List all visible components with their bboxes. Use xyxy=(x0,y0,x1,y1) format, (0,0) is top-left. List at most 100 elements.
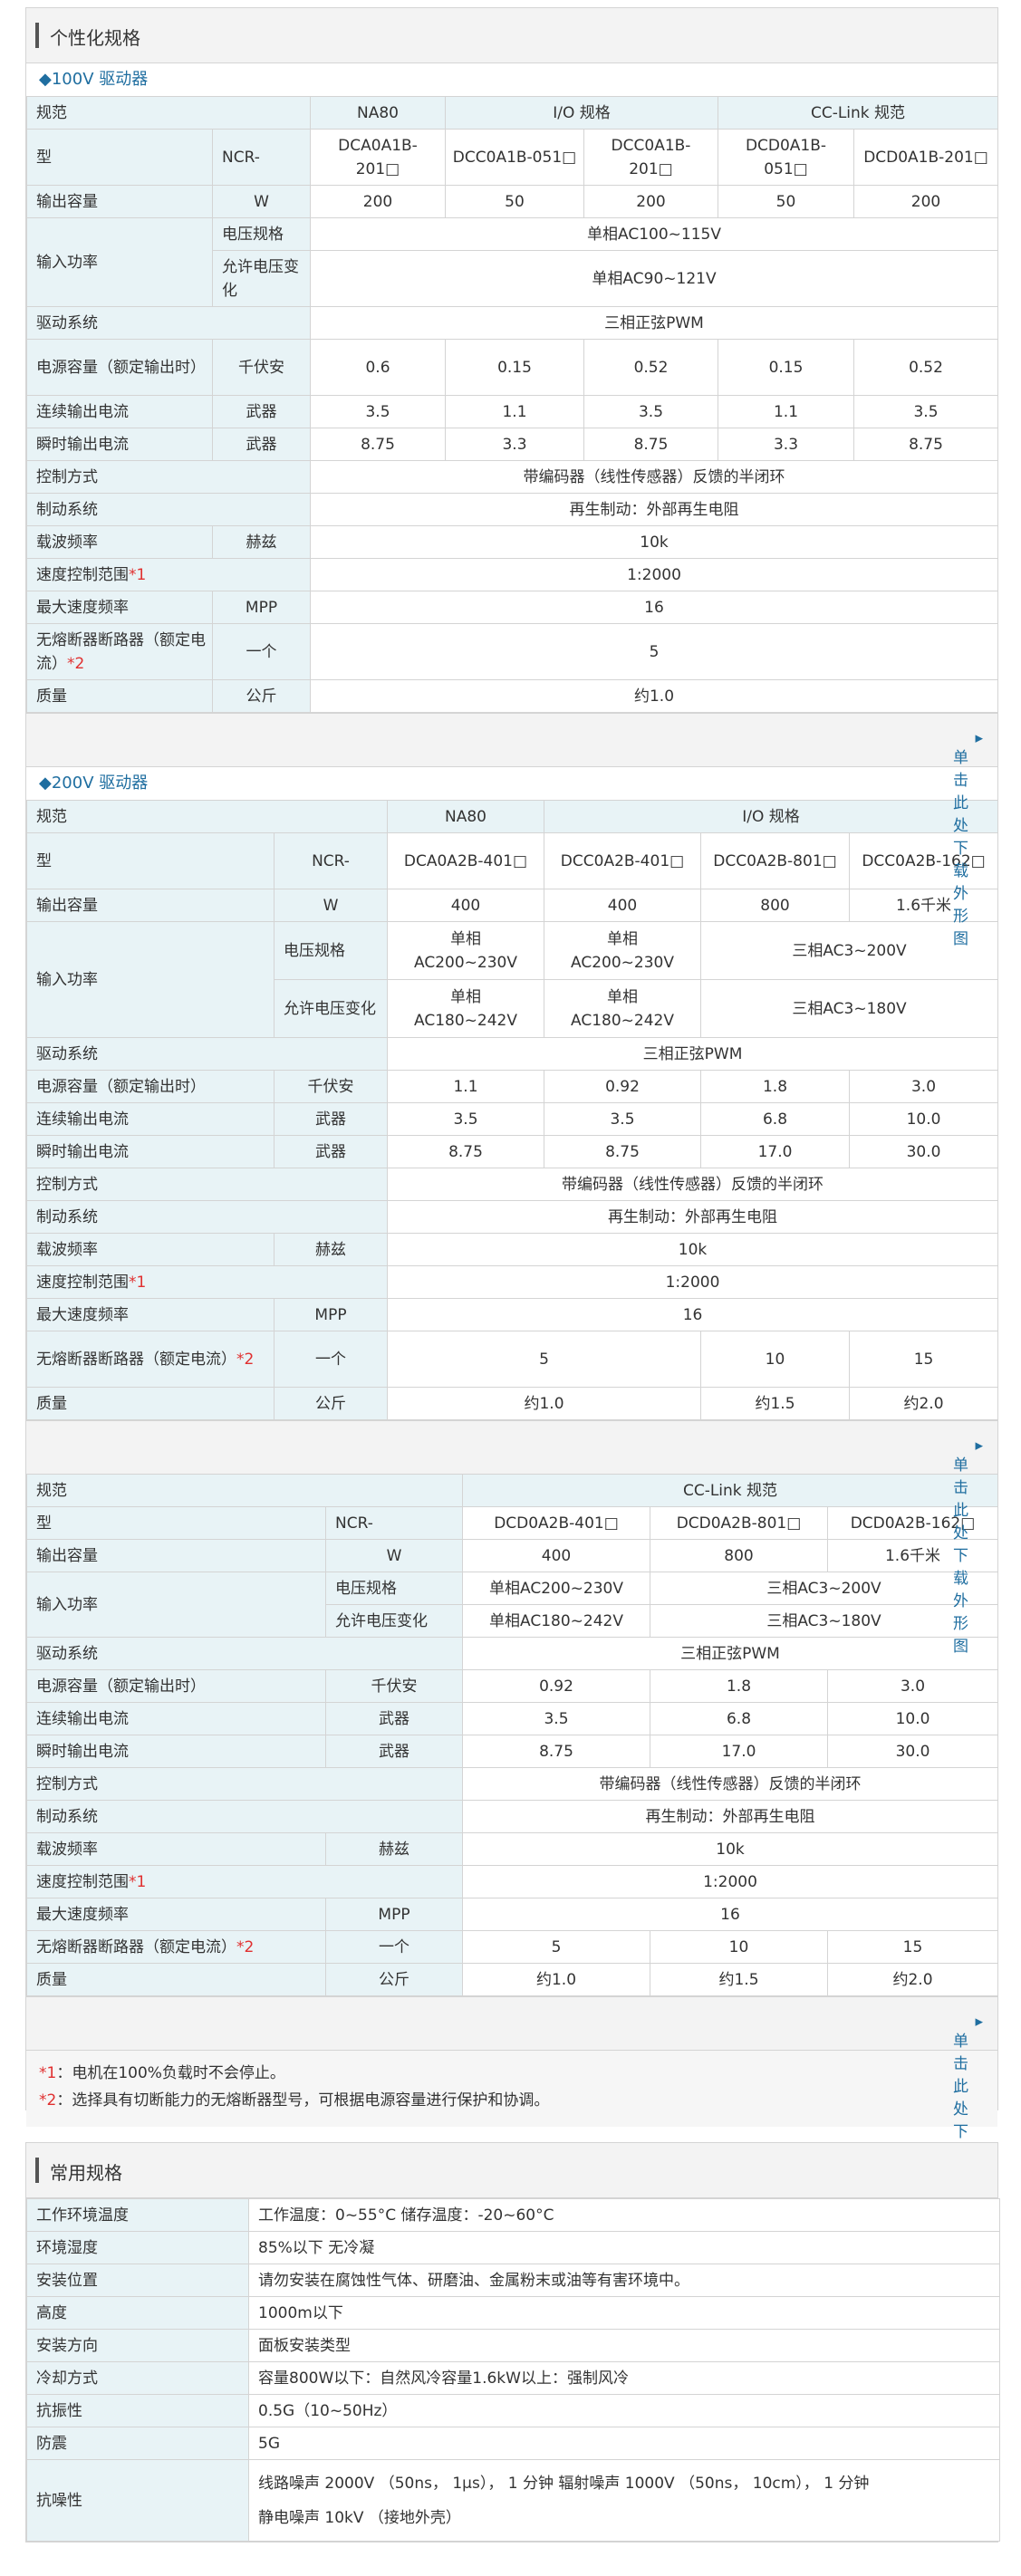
value-cell: 10 xyxy=(700,1331,850,1388)
model-cell: DCC0A2B-801□ xyxy=(700,832,850,889)
unit-label: 千伏安 xyxy=(325,1669,463,1703)
row-label: 输出容量 xyxy=(26,889,275,922)
section-header: 个性化规格 xyxy=(26,8,997,63)
value-cell: 0.52 xyxy=(853,339,998,396)
value-cell: 三相正弦PWM xyxy=(310,306,998,340)
value-cell: 3.3 xyxy=(718,428,854,461)
value-cell: 1000m以下 xyxy=(248,2296,1000,2330)
unit-label: NCR- xyxy=(325,1506,463,1540)
value-cell: 3.5 xyxy=(853,395,998,428)
col-header: I/O 规格 xyxy=(445,96,718,130)
value-cell: 5 xyxy=(387,1331,701,1388)
model-cell: DCD0A2B-162□ xyxy=(827,1506,998,1540)
value-cell: 8.75 xyxy=(462,1735,650,1768)
unit-label: 武器 xyxy=(274,1102,388,1136)
footnote-mark: *1 xyxy=(129,1273,147,1292)
subheading-200v: ◆200V 驱动器 xyxy=(39,774,149,793)
unit-label: MPP xyxy=(212,591,311,624)
footnote-mark: *1 xyxy=(129,565,147,584)
unit-label: W xyxy=(274,889,388,922)
value-cell: 3.5 xyxy=(583,395,718,428)
row-label: 防震 xyxy=(26,2427,249,2460)
value-cell: 0.6 xyxy=(310,339,446,396)
unit-label: 允许电压变化 xyxy=(212,250,311,307)
row-label: 冷却方式 xyxy=(26,2361,249,2395)
unit-label: 赫兹 xyxy=(212,525,311,559)
row-label: 型 xyxy=(26,129,213,186)
value-cell: 带编码器（线性传感器）反馈的半闭环 xyxy=(386,1168,999,1201)
download-link[interactable]: ▸ 单击此处下载外形图 xyxy=(953,1437,983,1656)
value-cell: 5 xyxy=(462,1930,650,1964)
row-label: 最大速度频率 xyxy=(26,1298,275,1331)
unit-label: 允许电压变化 xyxy=(325,1604,463,1638)
value-cell: 10 xyxy=(650,1930,828,1964)
unit-label: 千伏安 xyxy=(212,339,311,396)
value-cell: 10.0 xyxy=(848,1102,999,1136)
noise-line: 静电噪声 10kV （接地外壳） xyxy=(258,2508,461,2527)
model-cell: DCC0A2B-401□ xyxy=(544,832,701,889)
section-title: 个性化规格 xyxy=(50,27,140,49)
download-link[interactable]: ▸ 单击此处下载外形图 xyxy=(953,2013,983,2232)
unit-label: NCR- xyxy=(274,832,388,889)
row-label: 质量 xyxy=(26,1387,275,1420)
value-cell: 单相 AC200~230V xyxy=(544,921,701,980)
footnote-mark: *2 xyxy=(67,654,85,673)
unit-label: 公斤 xyxy=(212,679,311,713)
value-cell: 6.8 xyxy=(650,1702,828,1735)
value-cell: 带编码器（线性传感器）反馈的半闭环 xyxy=(310,460,998,494)
footnote-mark: *1 xyxy=(129,1872,147,1891)
value-cell: 工作温度：0~55°C 储存温度：-20~60°C xyxy=(248,2198,1000,2232)
value-cell: 三相正弦PWM xyxy=(386,1037,999,1071)
unit-label: MPP xyxy=(274,1298,388,1331)
value-cell: 容量800W以下：自然风冷容量1.6kW以上：强制风冷 xyxy=(248,2361,1000,2395)
row-label: 抗振性 xyxy=(26,2394,249,2427)
value-cell: 约1.0 xyxy=(387,1387,701,1420)
value-cell: 800 xyxy=(700,889,850,922)
value-cell: 三相AC3~180V xyxy=(699,979,999,1038)
value-cell: 0.15 xyxy=(718,339,854,396)
value-cell: 30.0 xyxy=(848,1135,999,1168)
row-label: 速度控制范围*1 xyxy=(26,1865,463,1898)
footnote-mark: *2 xyxy=(236,1937,255,1956)
value-cell: 0.52 xyxy=(583,339,718,396)
value-cell: 8.75 xyxy=(853,428,998,461)
download-link[interactable]: ▸ 单击此处下载外形图 xyxy=(953,729,983,948)
col-header: I/O 规格 xyxy=(543,800,999,833)
row-label: 输入功率 xyxy=(26,217,213,307)
value-cell: 面板安装类型 xyxy=(248,2329,1000,2362)
row-label: 控制方式 xyxy=(26,460,311,494)
col-header: NA80 xyxy=(387,800,544,833)
spec-table-200v: 规范 NA80 I/O 规格 型 NCR- DCA0A2B-401□ DCC0A2B-4… xyxy=(26,800,999,1420)
unit-label: 电压规格 xyxy=(212,217,311,251)
unit-label: 一个 xyxy=(274,1331,388,1388)
section-title: 常用规格 xyxy=(50,2162,122,2184)
value-cell: 0.92 xyxy=(544,1070,701,1103)
value-cell: 单相AC200~230V xyxy=(462,1572,650,1605)
value-cell: 17.0 xyxy=(700,1135,850,1168)
unit-label: 公斤 xyxy=(274,1387,388,1420)
value-cell: 8.75 xyxy=(387,1135,544,1168)
row-label: 最大速度频率 xyxy=(26,1898,326,1931)
row-label: 连续输出电流 xyxy=(26,395,213,428)
value-cell: 1:2000 xyxy=(310,558,998,591)
header-accent-bar xyxy=(35,23,39,48)
row-label-text: 无熔断器断路器（额定电流） xyxy=(36,630,206,673)
row-label: 输入功率 xyxy=(26,1572,326,1638)
value-cell: 单相AC100~115V xyxy=(310,217,998,251)
row-label-text: 速度控制范围 xyxy=(36,1273,129,1292)
value-cell: 1:2000 xyxy=(462,1865,998,1898)
value-cell: 单相 AC180~242V xyxy=(387,979,544,1038)
row-label: 高度 xyxy=(26,2296,249,2330)
footnote-mark: *2 xyxy=(236,1350,255,1369)
row-label: 载波频率 xyxy=(26,1233,275,1266)
row-label-text: 无熔断器断路器（额定电流） xyxy=(36,1350,236,1369)
row-label: 控制方式 xyxy=(26,1767,463,1801)
value-cell: 单相 AC180~242V xyxy=(544,979,701,1038)
model-cell: DCD0A2B-801□ xyxy=(650,1506,828,1540)
row-label: 电源容量（额定输出时） xyxy=(26,1070,275,1103)
row-label: 最大速度频率 xyxy=(26,591,213,624)
unit-label: 电压规格 xyxy=(274,921,388,980)
value-cell: 3.5 xyxy=(310,395,446,428)
value-cell: 约1.0 xyxy=(462,1963,650,1996)
row-label: 工作环境温度 xyxy=(26,2198,249,2232)
